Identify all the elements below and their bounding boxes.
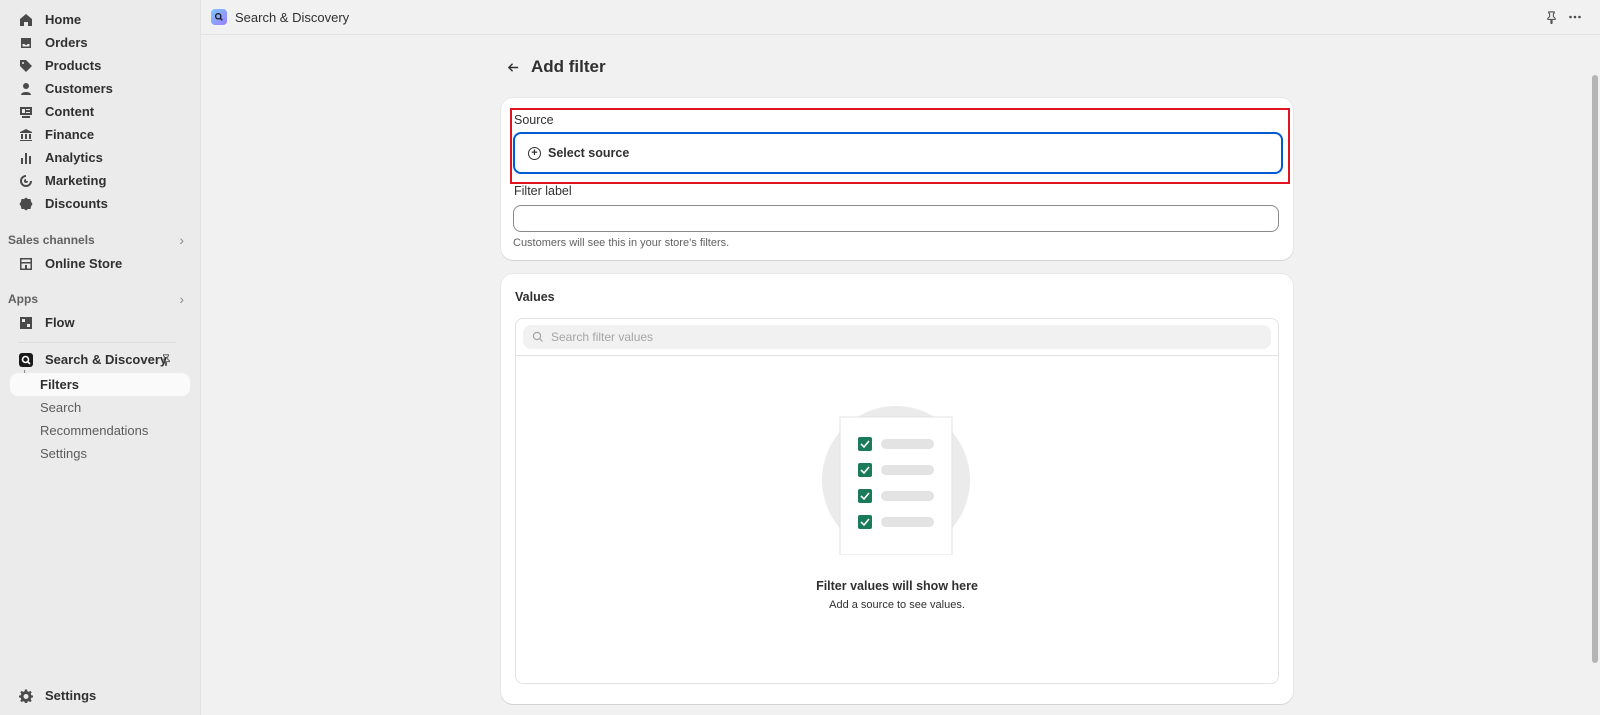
sales-channels-header[interactable]: Sales channels › bbox=[8, 230, 190, 250]
pin-icon[interactable] bbox=[1543, 9, 1559, 25]
sidebar-item-flow[interactable]: Flow bbox=[10, 311, 190, 334]
scrollbar[interactable] bbox=[1591, 35, 1600, 715]
main-content: Search & Discovery Add filter Source + S… bbox=[200, 0, 1600, 715]
store-icon bbox=[19, 257, 33, 271]
sidebar-item-label: Customers bbox=[45, 81, 113, 96]
chevron-right-icon: › bbox=[179, 291, 184, 307]
gear-icon bbox=[19, 689, 33, 703]
bar-chart-icon bbox=[19, 151, 33, 165]
pin-icon[interactable] bbox=[160, 348, 172, 371]
sidebar-item-online-store[interactable]: Online Store bbox=[10, 252, 190, 275]
plus-circle-icon: + bbox=[528, 146, 541, 160]
apps-header[interactable]: Apps › bbox=[8, 289, 190, 309]
section-label: Apps bbox=[8, 292, 38, 306]
target-icon bbox=[19, 174, 33, 188]
sidebar-item-settings[interactable]: Settings bbox=[10, 684, 190, 707]
values-search-field[interactable] bbox=[523, 325, 1271, 349]
sidebar-item-label: Settings bbox=[45, 688, 97, 703]
sidebar-item-discounts[interactable]: Discounts bbox=[10, 192, 190, 215]
sidebar-item-label: Marketing bbox=[45, 173, 107, 188]
select-source-label: Select source bbox=[548, 146, 630, 160]
app-title: Search & Discovery bbox=[235, 10, 350, 25]
filter-label-input[interactable] bbox=[513, 205, 1279, 232]
sidebar-item-label: Home bbox=[45, 12, 82, 27]
person-icon bbox=[19, 82, 33, 96]
filter-label-label: Filter label bbox=[514, 184, 572, 198]
sidebar-item-label: Discounts bbox=[45, 196, 108, 211]
sidebar-item-products[interactable]: Products bbox=[10, 54, 190, 77]
sidebar-item-label: Search & Discovery bbox=[45, 352, 168, 367]
source-label: Source bbox=[514, 113, 554, 127]
sidebar-subitem-search[interactable]: Search bbox=[10, 396, 190, 419]
sidebar-subitem-filters[interactable]: Filters bbox=[10, 373, 190, 396]
app-topbar: Search & Discovery bbox=[201, 0, 1600, 35]
sidebar-item-home[interactable]: Home bbox=[10, 8, 190, 31]
empty-state-subtitle: Add a source to see values. bbox=[829, 599, 965, 611]
sidebar-item-orders[interactable]: Orders bbox=[10, 31, 190, 54]
sidebar-item-search-discovery[interactable]: Search & Discovery bbox=[10, 348, 190, 371]
filter-label-help: Customers will see this in your store’s … bbox=[513, 237, 730, 249]
checkbox-row bbox=[858, 437, 934, 451]
sidebar-item-label: Analytics bbox=[45, 150, 103, 165]
back-arrow-icon[interactable] bbox=[501, 55, 525, 79]
search-icon bbox=[532, 331, 543, 342]
sidebar-item-marketing[interactable]: Marketing bbox=[10, 169, 190, 192]
sidebar-item-label: Content bbox=[45, 104, 95, 119]
sidebar-item-customers[interactable]: Customers bbox=[10, 77, 190, 100]
scrollbar-thumb[interactable] bbox=[1592, 75, 1598, 663]
checkbox-row bbox=[858, 463, 934, 477]
sidebar-item-content[interactable]: Content bbox=[10, 100, 190, 123]
sidebar-item-label: Finance bbox=[45, 127, 95, 142]
tag-icon bbox=[19, 59, 33, 73]
sidebar: Home Orders Products Customers Content F… bbox=[0, 0, 200, 715]
more-actions-icon[interactable] bbox=[1567, 9, 1583, 25]
page-header: Add filter bbox=[501, 55, 606, 79]
discount-icon bbox=[19, 197, 33, 211]
sidebar-item-label: Products bbox=[45, 58, 102, 73]
empty-state-title: Filter values will show here bbox=[816, 579, 978, 593]
source-card: Source + Select source Filter label Cust… bbox=[501, 98, 1293, 260]
divider bbox=[18, 342, 176, 343]
select-source-button[interactable]: + Select source bbox=[513, 132, 1283, 174]
sidebar-item-label: Flow bbox=[45, 315, 75, 330]
sidebar-item-analytics[interactable]: Analytics bbox=[10, 146, 190, 169]
sidebar-item-label: Online Store bbox=[45, 256, 123, 271]
checkbox-row bbox=[858, 515, 934, 529]
sidebar-subitem-settings[interactable]: Settings bbox=[10, 442, 190, 465]
empty-state-illustration bbox=[822, 406, 970, 555]
search-filter-values-input[interactable] bbox=[551, 330, 1251, 344]
sidebar-item-finance[interactable]: Finance bbox=[10, 123, 190, 146]
chevron-right-icon: › bbox=[179, 232, 184, 248]
values-card: Values Search filter values Filter value… bbox=[501, 274, 1293, 704]
content-icon bbox=[19, 105, 33, 119]
values-search-bar bbox=[516, 319, 1278, 356]
home-icon bbox=[19, 13, 33, 27]
values-title: Values bbox=[515, 290, 555, 304]
values-panel: Filter values will show here Add a sourc… bbox=[515, 318, 1279, 684]
sidebar-item-label: Orders bbox=[45, 35, 88, 50]
sidebar-subitem-recommendations[interactable]: Recommendations bbox=[10, 419, 190, 442]
sidebar-subitem-label: Recommendations bbox=[40, 423, 149, 438]
checkbox-row bbox=[858, 489, 934, 503]
page-title: Add filter bbox=[531, 57, 606, 76]
sidebar-subitem-label: Settings bbox=[40, 446, 87, 461]
bank-icon bbox=[19, 128, 33, 142]
app-logo-icon bbox=[211, 9, 227, 25]
search-discovery-app-icon bbox=[19, 352, 33, 367]
sidebar-subitem-label: Filters bbox=[40, 377, 80, 392]
flow-icon bbox=[19, 316, 33, 330]
orders-icon bbox=[19, 36, 33, 50]
section-label: Sales channels bbox=[8, 233, 95, 247]
sidebar-subitem-label: Search bbox=[40, 400, 82, 415]
